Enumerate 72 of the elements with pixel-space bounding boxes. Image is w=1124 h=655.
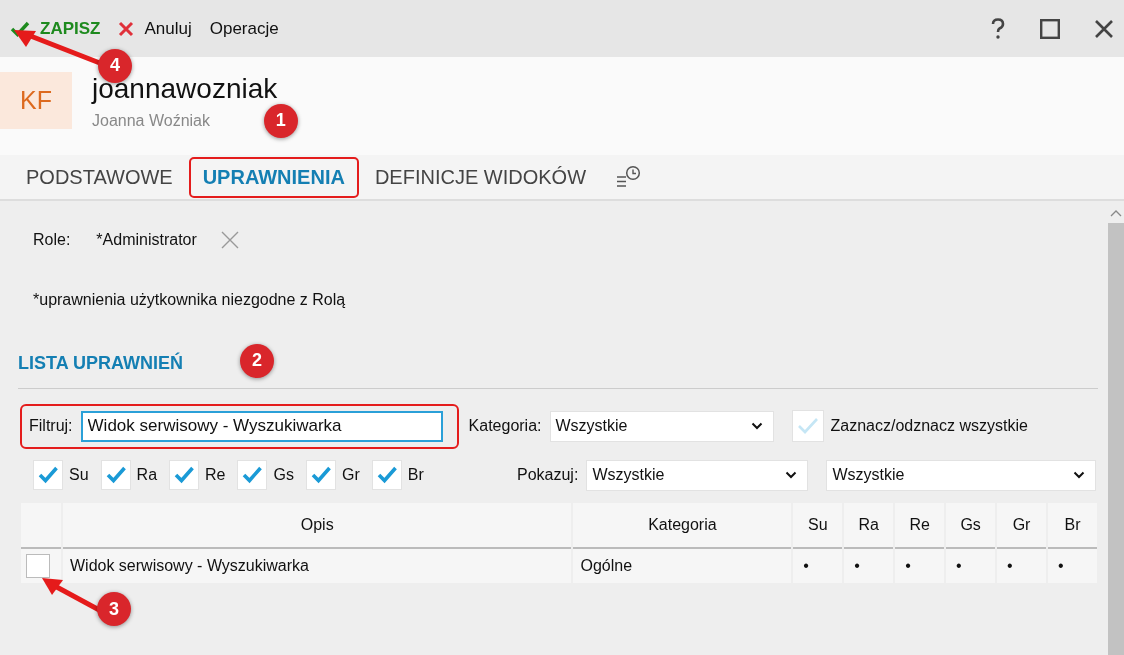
column-header: Br <box>1048 503 1097 549</box>
checkbox[interactable] <box>237 460 268 490</box>
role-label: Role: <box>33 231 71 249</box>
checkmark-icon <box>795 416 820 436</box>
checkmark-icon <box>375 465 398 485</box>
show-dropdown[interactable]: Wszystkie <box>586 459 809 491</box>
chevron-down-icon <box>785 471 798 479</box>
checkmark-icon <box>309 465 332 485</box>
help-icon[interactable] <box>990 17 1006 40</box>
cancel-button[interactable]: Anuluj <box>118 16 192 41</box>
section-title: LISTA UPRAWNIEŃ <box>18 353 183 373</box>
chevron-down-icon <box>750 422 763 430</box>
table-cell: • <box>946 549 996 583</box>
role-note: *uprawnienia użytkownika niezgodne z Rolą <box>32 291 347 309</box>
tab[interactable]: PODSTAWOWE <box>12 156 187 198</box>
checkbox[interactable] <box>169 460 200 490</box>
table-cell: Ogólne <box>573 549 792 583</box>
role-name: *Administrator <box>96 231 197 249</box>
column-header: Kategoria <box>573 503 792 549</box>
column-header: Gr <box>997 503 1047 549</box>
show-dropdown[interactable]: Wszystkie <box>826 459 1097 491</box>
filter-label: Filtruj: <box>29 417 73 435</box>
table-cell: • <box>844 549 894 583</box>
scroll-up-icon[interactable] <box>1110 209 1122 217</box>
select-all-label: Zaznacz/odznacz wszystkie <box>830 417 1028 435</box>
step-badge: 3 <box>97 592 131 626</box>
tab[interactable]: DEFINICJE WIDOKÓW <box>360 156 600 198</box>
column-header: Su <box>793 503 843 549</box>
checkbox[interactable] <box>371 460 402 490</box>
checkmark-icon <box>37 465 59 485</box>
table-cell: Widok serwisowy - Wyszukiwarka <box>62 549 572 583</box>
maximize-icon[interactable] <box>1040 18 1060 39</box>
checkbox[interactable] <box>26 554 50 578</box>
operations-button[interactable]: Operacje <box>209 16 279 41</box>
checkbox-label: Br <box>407 466 424 484</box>
scrollbar-thumb[interactable] <box>1108 223 1124 655</box>
checkmark-icon <box>10 20 30 37</box>
remove-icon[interactable] <box>220 231 239 249</box>
checkmark-icon <box>241 465 264 485</box>
close-icon <box>118 20 135 37</box>
table-cell: • <box>997 549 1046 583</box>
checkmark-icon <box>104 465 127 485</box>
user-full-name: Joanna Woźniak <box>92 112 211 130</box>
close-icon[interactable] <box>1094 18 1114 39</box>
category-label: Kategoria: <box>468 417 542 435</box>
step-badge: 2 <box>240 343 274 378</box>
show-label: Pokazuj: <box>517 466 579 484</box>
table-cell: • <box>895 549 945 583</box>
column-header: Gs <box>946 503 996 549</box>
column-header: Re <box>895 503 945 549</box>
save-button[interactable]: ZAPISZ <box>10 16 101 41</box>
tab[interactable]: UPRAWNIENIA <box>188 156 359 198</box>
checkmark-icon <box>173 465 196 485</box>
checkbox[interactable] <box>305 460 336 490</box>
history-icon[interactable] <box>616 165 642 189</box>
checkbox-label: Gs <box>273 466 294 484</box>
checkbox-label: Gr <box>341 466 360 484</box>
checkbox[interactable] <box>791 410 824 442</box>
column-header: Opis <box>62 503 572 549</box>
checkbox[interactable] <box>100 460 131 490</box>
filter-field[interactable]: Widok serwisowy - Wyszukiwarka <box>80 410 443 442</box>
table-cell: • <box>793 549 843 583</box>
checkbox-label: Su <box>69 466 89 484</box>
checkbox[interactable] <box>33 460 63 490</box>
category-dropdown[interactable]: Wszystkie <box>549 410 774 442</box>
step-badge: 4 <box>98 48 132 83</box>
checkbox-label: Re <box>205 466 226 484</box>
checkbox-label: Ra <box>136 466 158 484</box>
table-cell: • <box>1048 549 1097 583</box>
chevron-down-icon <box>1073 471 1086 479</box>
column-header: Ra <box>844 503 894 549</box>
avatar: KF <box>0 72 72 129</box>
